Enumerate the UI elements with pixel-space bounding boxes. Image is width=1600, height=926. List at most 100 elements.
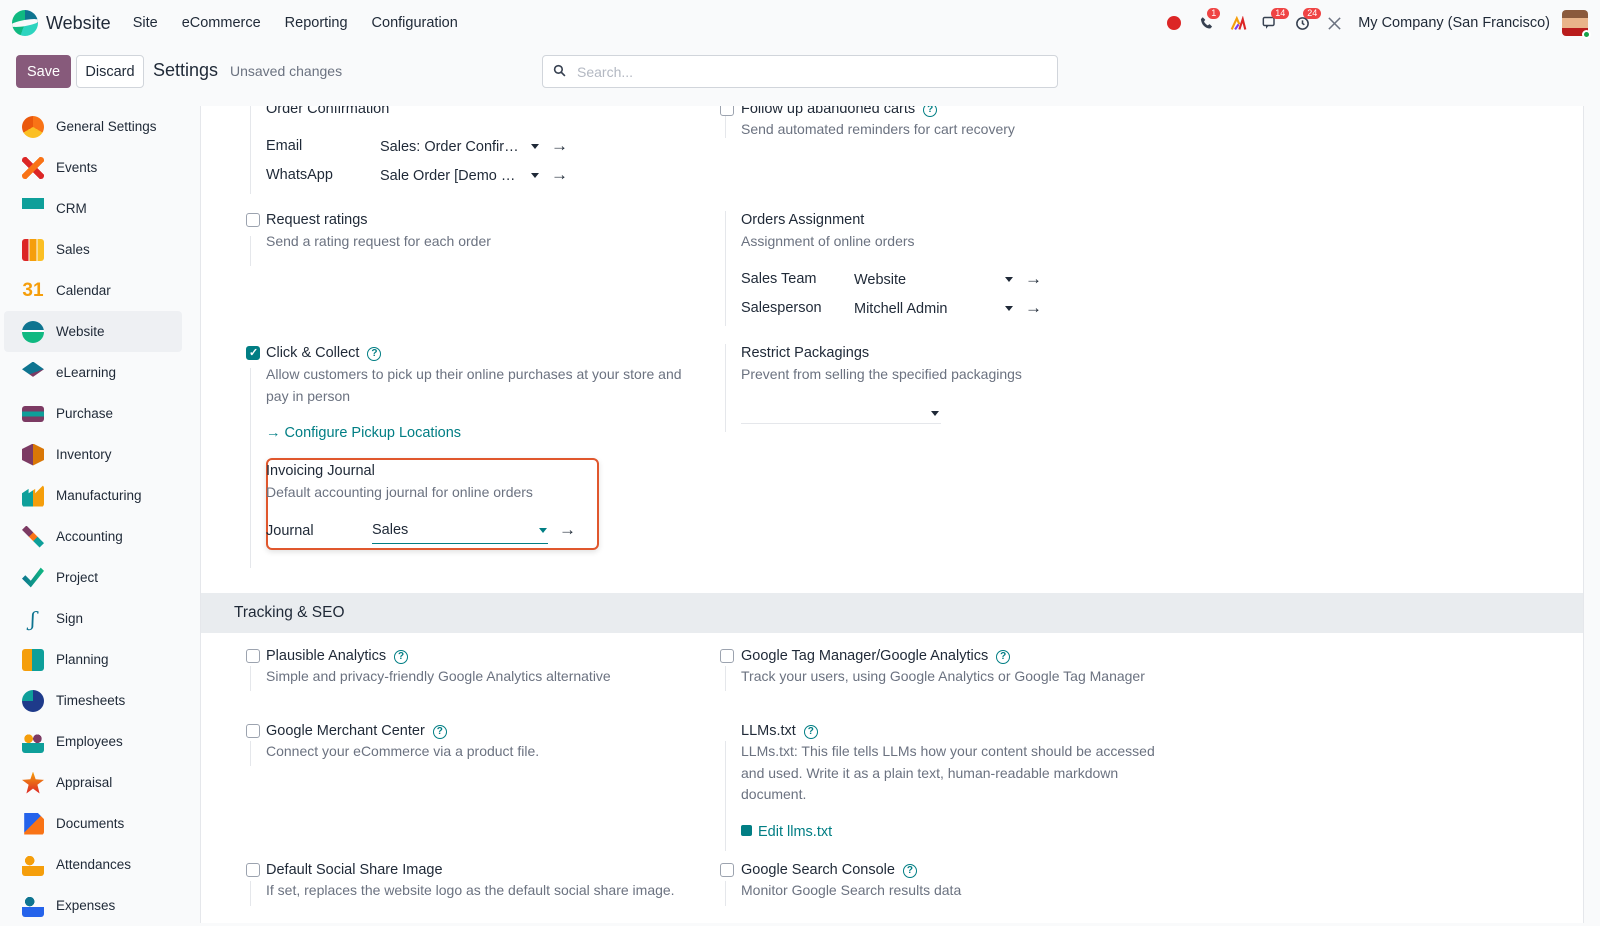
messages-button[interactable]: 14 — [1254, 0, 1290, 46]
menu-configuration[interactable]: Configuration — [360, 15, 470, 31]
user-avatar[interactable] — [1562, 10, 1591, 39]
request-ratings-checkbox[interactable] — [246, 213, 260, 227]
menu-reporting[interactable]: Reporting — [273, 15, 360, 31]
email-template-select[interactable]: Sales: Order Confir… — [380, 139, 519, 155]
sidebar-item-employees[interactable]: Employees — [4, 721, 182, 762]
sidebar-item-accounting[interactable]: Accounting — [4, 516, 182, 557]
sign-icon: ʃ — [30, 606, 36, 631]
chevron-down-icon — [531, 144, 539, 149]
sidebar-item-general-settings[interactable]: General Settings — [4, 106, 182, 147]
sidebar-item-timesheets[interactable]: Timesheets — [4, 680, 182, 721]
debug-tools-button[interactable] — [1318, 0, 1350, 46]
attendances-icon — [22, 853, 44, 876]
planning-icon — [22, 648, 44, 671]
help-icon[interactable]: ? — [803, 725, 818, 739]
divider — [250, 106, 251, 194]
divider — [250, 666, 251, 691]
sidebar-item-expenses[interactable]: Expenses — [4, 885, 182, 926]
divider — [250, 881, 251, 906]
menu-ecommerce[interactable]: eCommerce — [170, 15, 273, 31]
plausible-checkbox[interactable] — [246, 649, 260, 663]
sidebar-item-sales[interactable]: Sales — [4, 229, 182, 270]
divider — [725, 666, 726, 691]
top-menu: Site eCommerce Reporting Configuration — [121, 15, 470, 31]
sidebar-item-manufacturing[interactable]: Manufacturing — [4, 475, 182, 516]
sidebar-item-purchase[interactable]: Purchase — [4, 393, 182, 434]
sidebar-item-project[interactable]: Project — [4, 557, 182, 598]
sidebar-item-calendar[interactable]: 31 Calendar — [4, 270, 182, 311]
sidebar-label: Appraisal — [56, 775, 113, 790]
online-status-icon — [1582, 30, 1591, 39]
help-icon[interactable]: ? — [996, 650, 1011, 664]
ai-button[interactable] — [1222, 0, 1254, 46]
search-console-checkbox[interactable] — [720, 863, 734, 877]
recording-button[interactable] — [1158, 0, 1190, 46]
search-bar[interactable] — [542, 55, 1058, 88]
sidebar-item-events[interactable]: Events — [4, 147, 182, 188]
sidebar-item-crm[interactable]: CRM — [4, 188, 182, 229]
settings-panel: Order Confirmation Email Sales: Order Co… — [200, 106, 1584, 923]
invoicing-journal-desc: Default accounting journal for online or… — [266, 484, 533, 500]
sidebar-label: Planning — [56, 652, 109, 667]
menu-site[interactable]: Site — [121, 15, 170, 31]
sales-team-arrow-icon[interactable]: → — [1025, 269, 1042, 289]
chevron-down-icon — [1005, 306, 1013, 311]
sidebar-item-planning[interactable]: Planning — [4, 639, 182, 680]
search-console-desc: Monitor Google Search results data — [741, 882, 962, 898]
divider — [250, 236, 251, 266]
chevron-down-icon — [1005, 277, 1013, 282]
click-collect-label: Click & Collect — [266, 345, 360, 361]
whatsapp-template-arrow-icon[interactable]: → — [551, 165, 568, 185]
merchant-center-checkbox[interactable] — [246, 724, 260, 738]
salesperson-arrow-icon[interactable]: → — [1025, 298, 1042, 318]
help-icon[interactable]: ? — [367, 347, 382, 361]
chevron-down-icon — [531, 173, 539, 178]
divider — [725, 741, 726, 851]
discard-button[interactable]: Discard — [76, 55, 144, 88]
llms-title: LLMs.txt? — [741, 723, 818, 739]
top-navbar: Website Site eCommerce Reporting Configu… — [0, 0, 1600, 46]
journal-select[interactable]: Sales — [372, 521, 548, 544]
sidebar-item-elearning[interactable]: eLearning — [4, 352, 182, 393]
sidebar-item-inventory[interactable]: Inventory — [4, 434, 182, 475]
configure-pickup-locations-link[interactable]: → Configure Pickup Locations — [266, 425, 461, 441]
social-share-checkbox[interactable] — [246, 863, 260, 877]
save-button[interactable]: Save — [16, 55, 71, 88]
page-title: Settings — [153, 60, 219, 80]
phone-button[interactable]: 1 — [1190, 0, 1222, 46]
edit-llms-label: Edit llms.txt — [758, 824, 833, 840]
sidebar-item-website[interactable]: Website — [4, 311, 182, 352]
order-confirmation-title: Order Confirmation — [266, 106, 390, 117]
help-icon[interactable]: ? — [902, 864, 917, 878]
help-icon[interactable]: ? — [432, 725, 447, 739]
merchant-center-title: Google Merchant Center? — [266, 723, 447, 739]
click-collect-desc: Allow customers to pick up their online … — [266, 366, 682, 404]
journal-value: Sales — [372, 522, 409, 538]
sidebar-item-sign[interactable]: ʃ Sign — [4, 598, 182, 639]
sidebar-item-documents[interactable]: Documents — [4, 803, 182, 844]
salesperson-select[interactable]: Mitchell Admin — [854, 301, 947, 317]
help-icon[interactable]: ? — [394, 650, 409, 664]
abandoned-carts-checkbox[interactable] — [720, 106, 734, 116]
help-icon[interactable]: ? — [923, 106, 938, 117]
sidebar-item-appraisal[interactable]: Appraisal — [4, 762, 182, 803]
sidebar-item-attendances[interactable]: Attendances — [4, 844, 182, 885]
divider — [725, 881, 726, 906]
activities-button[interactable]: 24 — [1286, 0, 1322, 46]
click-collect-checkbox[interactable] — [246, 346, 260, 360]
email-template-arrow-icon[interactable]: → — [551, 136, 568, 156]
whatsapp-template-select[interactable]: Sale Order [Demo … — [380, 168, 515, 184]
expenses-icon — [22, 894, 44, 917]
chevron-down-icon — [931, 411, 939, 416]
edit-llms-link[interactable]: Edit llms.txt — [741, 824, 832, 840]
app-brand[interactable]: Website — [12, 10, 111, 36]
search-input[interactable] — [575, 62, 1035, 81]
gtm-checkbox[interactable] — [720, 649, 734, 663]
journal-arrow-icon[interactable]: → — [559, 520, 576, 540]
inventory-icon — [22, 443, 44, 466]
robot-icon — [741, 825, 752, 836]
sales-team-select[interactable]: Website — [854, 272, 906, 288]
events-icon — [22, 156, 44, 179]
packagings-select[interactable] — [741, 402, 941, 424]
company-switcher[interactable]: My Company (San Francisco) — [1358, 15, 1550, 31]
